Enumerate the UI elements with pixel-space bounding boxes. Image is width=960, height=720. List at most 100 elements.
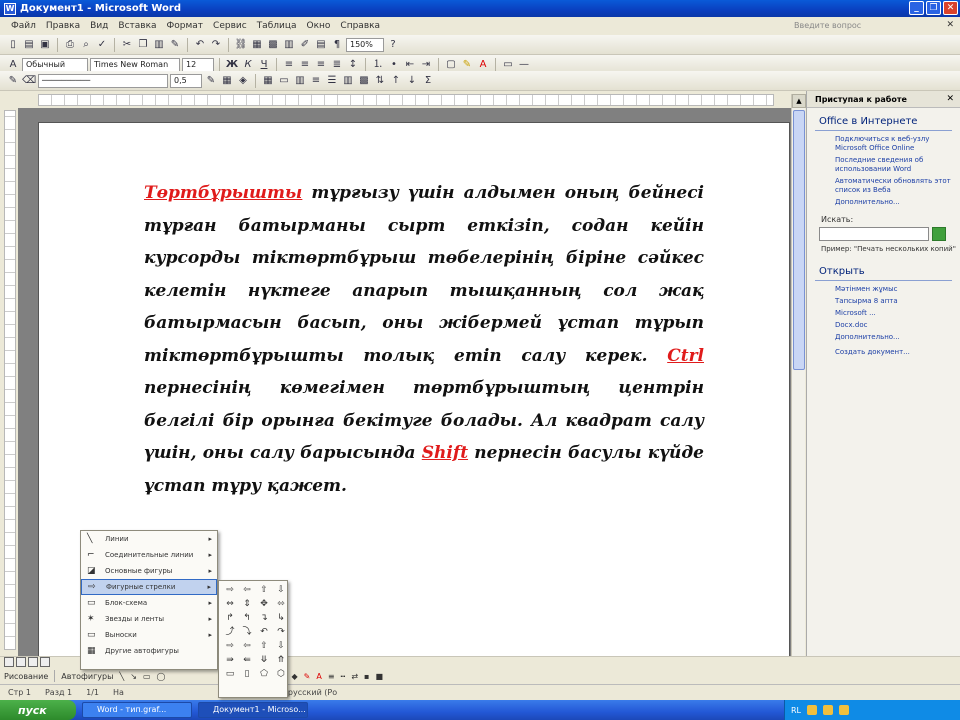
menu-tools[interactable]: Сервис bbox=[208, 21, 252, 31]
taskbar-item-active[interactable]: Документ1 - Microso... bbox=[198, 702, 308, 718]
distribute-rows-icon[interactable]: ☰ bbox=[325, 74, 339, 88]
autoshape-connectors[interactable]: ⌐ Соединительные линии ▸ bbox=[81, 547, 217, 563]
shadow-icon[interactable]: ▪ bbox=[364, 672, 369, 681]
web-view-icon[interactable] bbox=[16, 657, 26, 667]
draw-menu[interactable]: Рисование bbox=[4, 672, 48, 681]
block-arrow-shape-icon[interactable]: ⤵ bbox=[239, 626, 255, 639]
block-arrow-shape-icon[interactable]: ⬡ bbox=[273, 668, 289, 681]
styles-icon[interactable]: A bbox=[6, 58, 20, 72]
line-width-select[interactable]: 0,5 bbox=[170, 73, 202, 88]
horizontal-ruler[interactable] bbox=[38, 94, 774, 106]
task-pane-header[interactable]: Приступая к работе ✕ bbox=[807, 91, 960, 108]
split-cells-icon[interactable]: ▥ bbox=[293, 74, 307, 88]
block-arrow-shape-icon[interactable]: ⇩ bbox=[273, 584, 289, 597]
document-map-icon[interactable]: ▤ bbox=[314, 38, 328, 52]
align-center-icon[interactable]: ≡ bbox=[298, 58, 312, 72]
block-arrow-shape-icon[interactable]: ⤴ bbox=[222, 626, 238, 639]
line-style-select[interactable]: ────────── bbox=[38, 73, 168, 88]
justify-icon[interactable]: ≣ bbox=[330, 58, 344, 72]
block-arrow-shape-icon[interactable]: ↴ bbox=[256, 612, 272, 625]
highlight-icon[interactable]: ✎ bbox=[460, 58, 474, 72]
outside-border-icon[interactable]: ▦ bbox=[220, 74, 234, 88]
vertical-ruler[interactable] bbox=[4, 110, 16, 650]
open-folder-icon[interactable]: ▤ bbox=[22, 38, 36, 52]
decrease-indent-icon[interactable]: ⇤ bbox=[403, 58, 417, 72]
draw-font-color-icon[interactable]: A bbox=[316, 672, 321, 681]
recent-file[interactable]: Тапсырма 8 апта bbox=[807, 297, 960, 306]
border-color-icon[interactable]: ✎ bbox=[204, 74, 218, 88]
format-painter-icon[interactable]: ✎ bbox=[168, 38, 182, 52]
block-arrow-shape-icon[interactable]: ↳ bbox=[273, 612, 289, 625]
shading-icon[interactable]: ◈ bbox=[236, 74, 250, 88]
menu-table[interactable]: Таблица bbox=[252, 21, 302, 31]
font-color-icon[interactable]: A bbox=[476, 58, 490, 72]
show-marks-icon[interactable]: ¶ bbox=[330, 38, 344, 52]
bold-icon[interactable]: Ж bbox=[225, 58, 239, 72]
columns-icon[interactable]: ▥ bbox=[282, 38, 296, 52]
block-arrow-shape-icon[interactable]: ⇦ bbox=[239, 640, 255, 653]
block-arrow-shape-icon[interactable]: ⬠ bbox=[256, 668, 272, 681]
increase-indent-icon[interactable]: ⇥ bbox=[419, 58, 433, 72]
recent-file[interactable]: Microsoft ... bbox=[807, 309, 960, 318]
dash-style-icon[interactable]: ┅ bbox=[341, 672, 346, 681]
scroll-up-icon[interactable]: ▲ bbox=[792, 94, 806, 108]
autoshape-stars[interactable]: ✶ Звезды и ленты ▸ bbox=[81, 611, 217, 627]
insert-table-icon[interactable]: ▦ bbox=[261, 74, 275, 88]
new-document-icon[interactable]: ▯ bbox=[6, 38, 20, 52]
recent-file[interactable]: Мәтінмен жұмыс bbox=[807, 285, 960, 294]
document-body[interactable]: Төртбұрышты тұрғызу үшін алдымен оның бе… bbox=[104, 177, 704, 502]
excel-table-icon[interactable]: ▩ bbox=[266, 38, 280, 52]
undo-icon[interactable]: ↶ bbox=[193, 38, 207, 52]
distribute-cols-icon[interactable]: ▥ bbox=[341, 74, 355, 88]
word-app-icon[interactable]: W bbox=[4, 2, 16, 15]
copy-icon[interactable]: ❐ bbox=[136, 38, 150, 52]
autoshape-lines[interactable]: ╲ Линии ▸ bbox=[81, 531, 217, 547]
block-arrow-shape-icon[interactable]: ⇨ bbox=[222, 640, 238, 653]
tray-icon[interactable] bbox=[839, 705, 850, 715]
block-arrow-shape-icon[interactable]: ⇧ bbox=[256, 640, 272, 653]
doc-close-icon[interactable]: ✕ bbox=[946, 20, 954, 30]
block-arrow-shape-icon[interactable]: ⤋ bbox=[256, 654, 272, 667]
preview-icon[interactable]: ⌕ bbox=[79, 38, 93, 52]
align-cell-icon[interactable]: ≡ bbox=[309, 74, 323, 88]
scroll-thumb[interactable] bbox=[793, 110, 805, 370]
block-arrow-shape-icon[interactable]: ⇛ bbox=[222, 654, 238, 667]
new-document-link[interactable]: Создать документ... bbox=[807, 348, 960, 357]
line-tool-icon[interactable]: ╲ bbox=[119, 672, 124, 681]
block-arrow-shape-icon[interactable]: ⇨ bbox=[222, 584, 238, 597]
tray-icon[interactable] bbox=[823, 705, 834, 715]
numbering-icon[interactable]: ⒈ bbox=[371, 58, 385, 72]
border-icon[interactable]: ▢ bbox=[444, 58, 458, 72]
drawing-icon[interactable]: ✐ bbox=[298, 38, 312, 52]
help-question-input[interactable]: Введите вопрос bbox=[790, 19, 902, 32]
office-link[interactable]: Дополнительно... bbox=[807, 198, 960, 207]
menu-file[interactable]: Файл bbox=[6, 21, 41, 31]
spelling-icon[interactable]: ✓ bbox=[95, 38, 109, 52]
block-arrow-shape-icon[interactable]: ⇔ bbox=[222, 598, 238, 611]
fill-color-icon[interactable]: ◆ bbox=[291, 672, 297, 681]
block-arrow-shape-icon[interactable]: ↶ bbox=[256, 626, 272, 639]
office-link[interactable]: Подключиться к веб-узлу Microsoft Office… bbox=[807, 135, 960, 153]
menu-format[interactable]: Формат bbox=[162, 21, 209, 31]
outline-view-icon[interactable] bbox=[40, 657, 50, 667]
line-style-icon[interactable]: ▭ bbox=[501, 58, 515, 72]
block-arrow-shape-icon[interactable]: ↰ bbox=[239, 612, 255, 625]
autoshape-block-arrows[interactable]: ⇨ Фигурные стрелки ▸ bbox=[81, 579, 217, 595]
autoshape-flowchart[interactable]: ▭ Блок-схема ▸ bbox=[81, 595, 217, 611]
menu-window[interactable]: Окно bbox=[302, 21, 336, 31]
block-arrow-shape-icon[interactable]: ✥ bbox=[256, 598, 272, 611]
cut-icon[interactable]: ✂ bbox=[120, 38, 134, 52]
redo-icon[interactable]: ↷ bbox=[209, 38, 223, 52]
block-arrow-shape-icon[interactable]: ▭ bbox=[222, 668, 238, 681]
print-layout-icon[interactable] bbox=[28, 657, 38, 667]
office-link[interactable]: Последние сведения об использовании Word bbox=[807, 156, 960, 174]
close-icon[interactable]: ✕ bbox=[943, 1, 958, 15]
line-style-icon[interactable]: ≡ bbox=[328, 672, 335, 681]
draw-table-icon[interactable]: ✎ bbox=[6, 74, 20, 88]
block-arrow-shape-icon[interactable]: ⇚ bbox=[239, 654, 255, 667]
more-files-link[interactable]: Дополнительно... bbox=[807, 333, 960, 342]
task-pane-close-icon[interactable]: ✕ bbox=[946, 94, 954, 104]
block-arrow-shape-icon[interactable]: ↷ bbox=[273, 626, 289, 639]
style-select[interactable]: Обычный bbox=[22, 57, 88, 72]
italic-icon[interactable]: К bbox=[241, 58, 255, 72]
